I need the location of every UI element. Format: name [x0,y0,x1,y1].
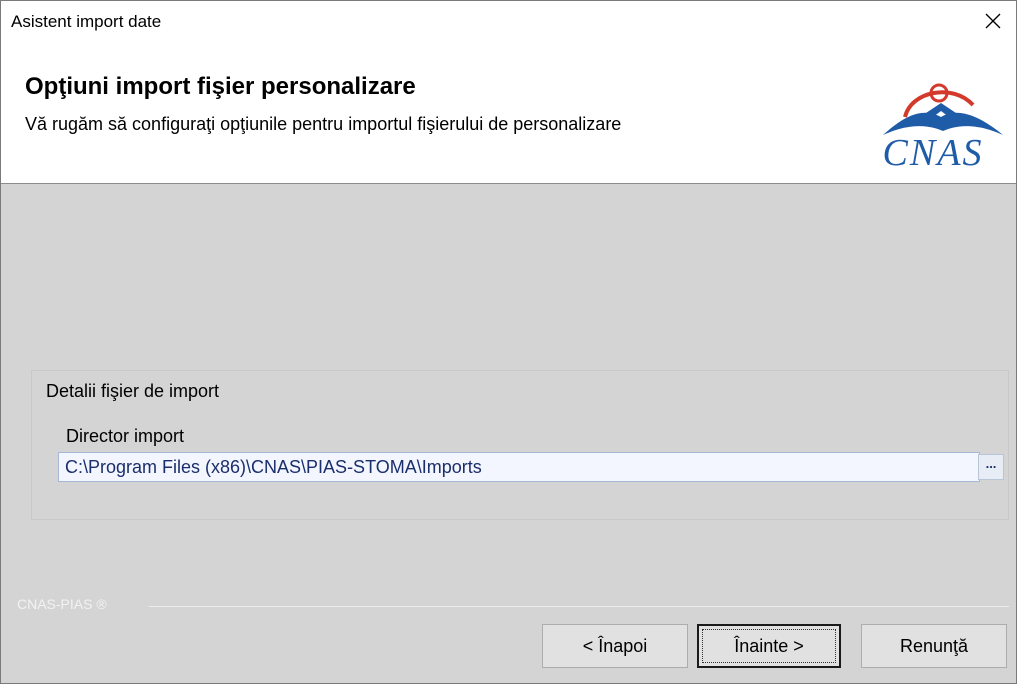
page-subtitle: Vă rugăm să configuraţi opţiunile pentru… [25,114,622,134]
import-directory-input[interactable] [58,452,980,482]
wizard-header: Opţiuni import fişier personalizare Vă r… [1,41,1016,184]
cnas-logo-text: CNAS [883,132,984,169]
import-directory-label: Director import [66,426,185,446]
import-details-group: Detalii fişier de import Director import… [31,370,1009,520]
close-icon [985,13,1001,29]
cnas-logo: CNAS [883,83,1003,169]
next-button[interactable]: Înainte > [697,624,841,668]
footer-divider [149,606,1009,607]
back-button[interactable]: < Înapoi [542,624,688,668]
footer-brand: CNAS-PIAS ® [17,596,107,612]
wizard-content: Detalii fişier de import Director import… [1,184,1016,683]
window-title: Asistent import date [11,12,162,31]
group-title: Detalii fişier de import [46,381,220,401]
browse-button[interactable]: ... [978,454,1004,480]
import-wizard-window: Asistent import date Opţiuni import fişi… [0,0,1017,684]
close-button[interactable] [970,1,1016,41]
next-button-label: Înainte > [702,629,836,663]
title-bar: Asistent import date [1,1,1016,41]
page-title: Opţiuni import fişier personalizare [25,73,416,100]
cancel-button[interactable]: Renunţă [861,624,1007,668]
